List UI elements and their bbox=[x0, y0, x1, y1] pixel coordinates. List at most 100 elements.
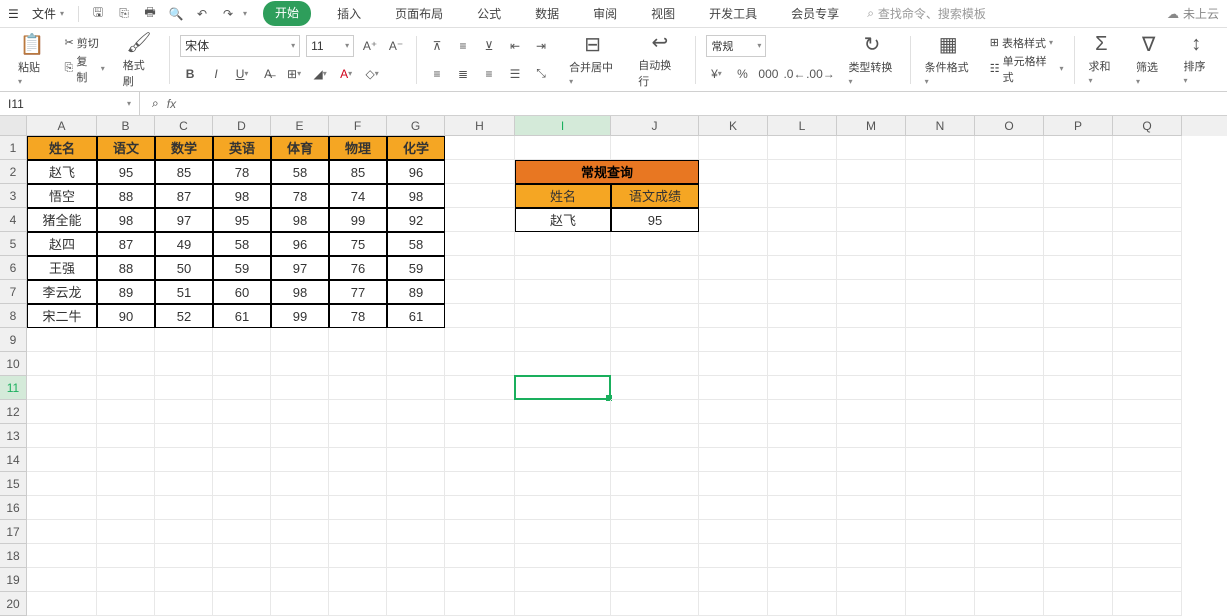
cell[interactable] bbox=[271, 328, 329, 352]
cell[interactable] bbox=[213, 496, 271, 520]
cell[interactable] bbox=[975, 136, 1044, 160]
cell[interactable] bbox=[387, 592, 445, 616]
cell[interactable]: 李云龙 bbox=[27, 280, 97, 304]
cell[interactable] bbox=[445, 328, 515, 352]
cell[interactable] bbox=[213, 448, 271, 472]
col-header[interactable]: N bbox=[906, 116, 975, 136]
cell[interactable]: 87 bbox=[155, 184, 213, 208]
cell[interactable] bbox=[699, 256, 768, 280]
number-format-select[interactable]: 常规▾ bbox=[706, 35, 766, 57]
cell[interactable]: 96 bbox=[387, 160, 445, 184]
cell[interactable] bbox=[906, 472, 975, 496]
cell[interactable]: 98 bbox=[271, 280, 329, 304]
cell[interactable]: 猪全能 bbox=[27, 208, 97, 232]
cell[interactable] bbox=[768, 184, 837, 208]
cell[interactable] bbox=[445, 304, 515, 328]
auto-wrap-button[interactable]: ↩ 自动换行 bbox=[634, 28, 685, 91]
cell[interactable] bbox=[1044, 592, 1113, 616]
cell[interactable] bbox=[445, 256, 515, 280]
cell[interactable] bbox=[611, 544, 699, 568]
justify-icon[interactable]: ☰ bbox=[505, 64, 525, 84]
increase-font-icon[interactable]: A⁺ bbox=[360, 36, 380, 56]
cell[interactable] bbox=[768, 472, 837, 496]
cell[interactable] bbox=[837, 184, 906, 208]
cell[interactable] bbox=[271, 400, 329, 424]
cell[interactable] bbox=[611, 328, 699, 352]
align-top-icon[interactable]: ⊼ bbox=[427, 36, 447, 56]
col-header[interactable]: O bbox=[975, 116, 1044, 136]
cell[interactable] bbox=[271, 496, 329, 520]
save-as-icon[interactable]: ⎘ bbox=[113, 3, 135, 25]
fill-color-button[interactable]: ◢▾ bbox=[310, 64, 330, 84]
orientation-icon[interactable]: ⤡ bbox=[531, 64, 551, 84]
tab-5[interactable]: 审阅 bbox=[585, 1, 625, 26]
cell[interactable] bbox=[1044, 424, 1113, 448]
cell[interactable] bbox=[213, 352, 271, 376]
cell[interactable]: 74 bbox=[329, 184, 387, 208]
cell[interactable] bbox=[97, 376, 155, 400]
cell[interactable] bbox=[213, 424, 271, 448]
sum-button[interactable]: Σ 求和▾ bbox=[1085, 31, 1119, 88]
cell[interactable] bbox=[155, 496, 213, 520]
cell[interactable] bbox=[837, 400, 906, 424]
cell[interactable] bbox=[837, 376, 906, 400]
cell[interactable] bbox=[515, 256, 611, 280]
cell[interactable] bbox=[611, 568, 699, 592]
cell[interactable] bbox=[611, 592, 699, 616]
cell[interactable] bbox=[1113, 304, 1182, 328]
strike-button[interactable]: A̶ bbox=[258, 64, 278, 84]
cell[interactable] bbox=[27, 472, 97, 496]
cell[interactable]: 常规查询 bbox=[515, 160, 699, 184]
cell[interactable] bbox=[906, 520, 975, 544]
row-header[interactable]: 7 bbox=[0, 280, 27, 304]
cell[interactable] bbox=[1044, 352, 1113, 376]
cell[interactable]: 赵飞 bbox=[515, 208, 611, 232]
cell[interactable] bbox=[906, 184, 975, 208]
cell[interactable] bbox=[906, 400, 975, 424]
cell[interactable] bbox=[906, 544, 975, 568]
col-header[interactable]: Q bbox=[1113, 116, 1182, 136]
cell[interactable] bbox=[445, 136, 515, 160]
cell[interactable] bbox=[1044, 472, 1113, 496]
cell[interactable] bbox=[1044, 568, 1113, 592]
col-header[interactable]: K bbox=[699, 116, 768, 136]
cell[interactable] bbox=[699, 304, 768, 328]
file-menu[interactable]: 文件▾ bbox=[26, 3, 70, 24]
cell[interactable]: 体育 bbox=[271, 136, 329, 160]
cell[interactable] bbox=[27, 544, 97, 568]
cell[interactable] bbox=[975, 280, 1044, 304]
cell[interactable] bbox=[27, 328, 97, 352]
cell[interactable] bbox=[1113, 256, 1182, 280]
cell[interactable] bbox=[975, 472, 1044, 496]
print-icon[interactable]: 🖶 bbox=[139, 3, 161, 25]
row-header[interactable]: 15 bbox=[0, 472, 27, 496]
cell[interactable]: 化学 bbox=[387, 136, 445, 160]
cell[interactable] bbox=[387, 520, 445, 544]
cell[interactable] bbox=[611, 304, 699, 328]
cell[interactable] bbox=[611, 496, 699, 520]
cell[interactable] bbox=[1113, 544, 1182, 568]
cell[interactable] bbox=[329, 352, 387, 376]
cell[interactable] bbox=[515, 400, 611, 424]
cell[interactable] bbox=[329, 568, 387, 592]
tab-7[interactable]: 开发工具 bbox=[701, 1, 765, 26]
cell[interactable] bbox=[271, 472, 329, 496]
cell[interactable] bbox=[155, 520, 213, 544]
cell[interactable]: 78 bbox=[213, 160, 271, 184]
cell[interactable] bbox=[445, 280, 515, 304]
cell[interactable] bbox=[975, 544, 1044, 568]
cell[interactable]: 89 bbox=[97, 280, 155, 304]
type-convert-button[interactable]: ↻ 类型转换▾ bbox=[844, 30, 899, 89]
cell[interactable] bbox=[445, 568, 515, 592]
cell[interactable]: 姓名 bbox=[515, 184, 611, 208]
cell[interactable] bbox=[1113, 568, 1182, 592]
cell[interactable] bbox=[445, 160, 515, 184]
cell[interactable] bbox=[329, 496, 387, 520]
cell[interactable] bbox=[271, 376, 329, 400]
col-header[interactable]: I bbox=[515, 116, 611, 136]
cell[interactable]: 61 bbox=[213, 304, 271, 328]
cell[interactable] bbox=[27, 496, 97, 520]
indent-right-icon[interactable]: ⇥ bbox=[531, 36, 551, 56]
cell[interactable]: 98 bbox=[213, 184, 271, 208]
cell[interactable] bbox=[155, 352, 213, 376]
